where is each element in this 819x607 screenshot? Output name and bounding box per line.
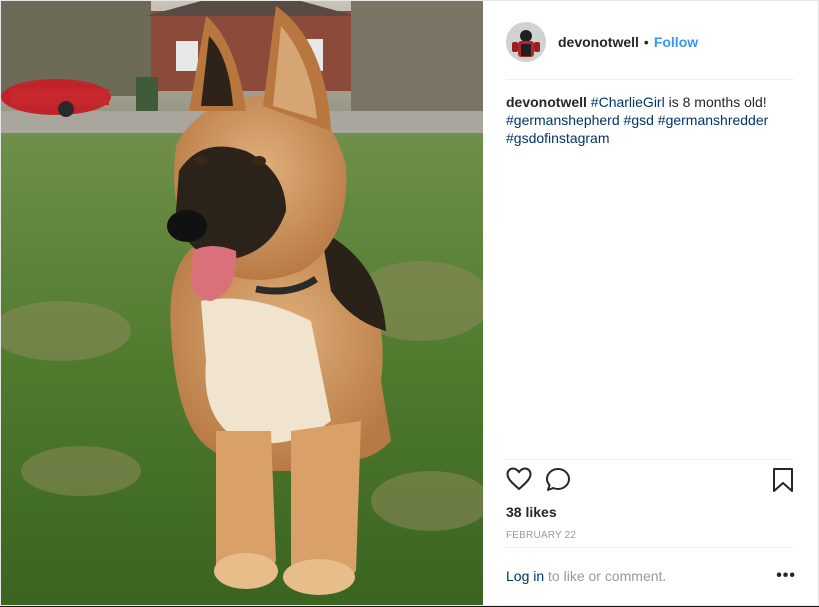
more-options-button[interactable]: ••• [776, 567, 796, 585]
actions-divider [506, 459, 794, 460]
caption-username[interactable]: devonotwell [506, 94, 587, 110]
comment-divider [506, 547, 794, 548]
likes-count[interactable]: 38 likes [506, 504, 557, 520]
login-link[interactable]: Log in [506, 568, 544, 584]
hashtag-gsdofinstagram[interactable]: #gsdofinstagram [506, 130, 610, 146]
hashtag-germanshepherd[interactable]: #germanshepherd [506, 112, 620, 128]
post-header: devonotwell • Follow [506, 21, 794, 63]
username-link[interactable]: devonotwell [558, 34, 639, 50]
dog-photo [1, 1, 483, 605]
heart-icon[interactable] [506, 467, 532, 496]
avatar-image [506, 22, 546, 62]
post-photo[interactable] [1, 1, 483, 605]
hashtag-charliegirl[interactable]: #CharlieGirl [591, 94, 665, 110]
avatar[interactable] [506, 22, 546, 62]
hashtag-gsd[interactable]: #gsd [624, 112, 654, 128]
header-divider [506, 79, 794, 80]
comment-prompt: Log in to like or comment. [506, 568, 796, 584]
caption-text: is 8 months old! [664, 94, 767, 110]
post-side-panel: devonotwell • Follow devonotwell #Charli… [483, 1, 818, 605]
post-date[interactable]: FEBRUARY 22 [506, 530, 576, 541]
post-caption: devonotwell #CharlieGirl is 8 months old… [506, 93, 796, 147]
bookmark-icon[interactable] [772, 467, 794, 498]
follow-button[interactable]: Follow [654, 34, 698, 50]
login-prompt-text: to like or comment. [544, 568, 667, 584]
post-actions [506, 467, 796, 497]
instagram-post: devonotwell • Follow devonotwell #Charli… [0, 0, 819, 606]
hashtag-germanshredder[interactable]: #germanshredder [658, 112, 769, 128]
comment-icon[interactable] [545, 467, 571, 498]
separator-bullet: • [643, 34, 649, 50]
